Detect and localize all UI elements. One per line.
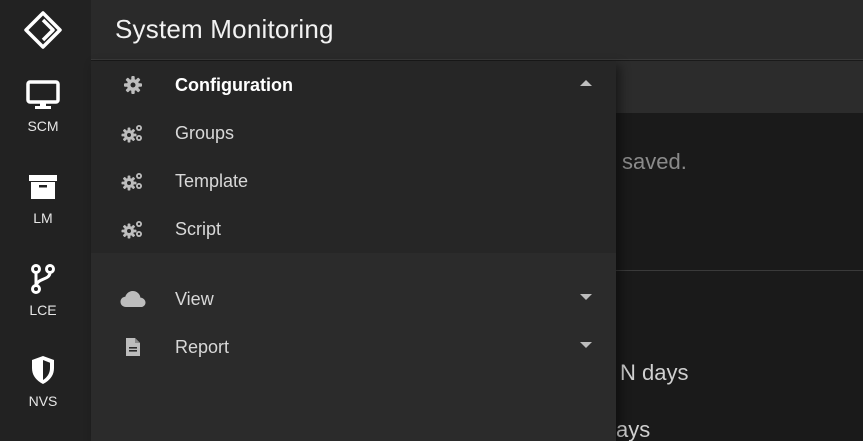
- rail-item-lce[interactable]: LCE: [0, 248, 86, 336]
- rail-item-label: LM: [33, 210, 53, 226]
- menu-item-label: Groups: [175, 122, 235, 143]
- navigation-menu: Configuration Groups Template Script Vie…: [91, 61, 616, 441]
- retention-text-2: ays: [616, 417, 651, 441]
- menu-item-view[interactable]: View: [91, 275, 616, 323]
- logo-icon: [24, 11, 62, 49]
- menu-item-label: View: [175, 288, 214, 309]
- menu-item-label: Script: [175, 218, 222, 239]
- menu-item-groups[interactable]: Groups: [91, 109, 616, 157]
- gears-icon: [119, 215, 147, 243]
- branch-icon: [26, 262, 60, 296]
- document-icon: [119, 333, 147, 361]
- rail-item-label: LCE: [29, 302, 57, 318]
- archive-box-icon: [26, 170, 60, 204]
- chevron-up-icon: [580, 80, 592, 86]
- gears-icon: [119, 119, 147, 147]
- retention-text: N days: [620, 360, 689, 385]
- rail-item-lm[interactable]: LM: [0, 156, 86, 244]
- monitor-icon: [26, 78, 60, 112]
- cloud-icon: [119, 285, 147, 313]
- icon-rail: SCM LM LCE NVS: [0, 0, 91, 441]
- chevron-down-icon: [580, 342, 592, 348]
- app-header: System Monitoring: [91, 0, 863, 60]
- app-logo[interactable]: [0, 0, 86, 60]
- chevron-down-icon: [580, 294, 592, 300]
- rail-item-scm[interactable]: SCM: [0, 64, 86, 152]
- app-root: SCM LM LCE NVS System Monitoring saved. …: [0, 0, 863, 441]
- gear-icon: [119, 71, 147, 99]
- menu-item-configuration[interactable]: Configuration: [91, 61, 616, 109]
- menu-item-label: Report: [175, 336, 230, 357]
- rail-item-label: SCM: [27, 118, 59, 134]
- menu-item-template[interactable]: Template: [91, 157, 616, 205]
- gears-icon: [119, 167, 147, 195]
- rail-item-nvs[interactable]: NVS: [0, 339, 86, 427]
- shield-icon: [26, 353, 60, 387]
- saved-message: saved.: [622, 149, 687, 174]
- content-divider: [616, 270, 863, 271]
- menu-item-report[interactable]: Report: [91, 323, 616, 371]
- rail-item-label: NVS: [28, 393, 58, 409]
- menu-item-script[interactable]: Script: [91, 205, 616, 253]
- menu-item-label: Configuration: [175, 74, 293, 95]
- menu-item-label: Template: [175, 170, 249, 191]
- page-title: System Monitoring: [115, 14, 334, 44]
